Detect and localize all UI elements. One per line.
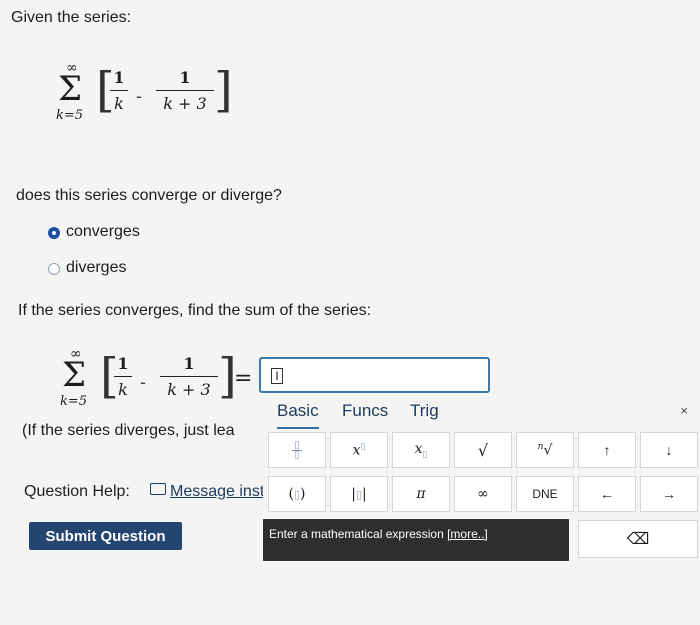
- backspace-icon: ⌫: [626, 531, 650, 548]
- cursor-placeholder: I: [271, 368, 283, 384]
- fraction-1-over-k: 1 k: [114, 354, 132, 399]
- palette-help-bar: Enter a mathematical expression [more..]: [263, 519, 569, 561]
- message-instructor-link[interactable]: Message inst: [150, 483, 264, 501]
- tab-funcs[interactable]: Funcs: [342, 401, 388, 427]
- sigma-symbol: Σ: [62, 355, 87, 395]
- sqrt-key[interactable]: √: [454, 432, 512, 468]
- sum-lower-limit: k=5: [56, 108, 84, 123]
- envelope-icon: [150, 483, 166, 495]
- sum-lower-limit: k=5: [60, 394, 88, 409]
- arrow-right-icon: →: [662, 486, 676, 502]
- fraction-1-over-k-plus-3: 1 k + 3: [156, 68, 214, 113]
- equals-sign: =: [234, 366, 253, 391]
- arrow-left-icon: ←: [600, 486, 614, 502]
- math-palette: Basic Funcs Trig × ▯ ▯ x▯ x▯ √ n√ ↑ ↓ (▯)…: [263, 394, 700, 569]
- nth-root-key[interactable]: n√: [516, 432, 574, 468]
- answer-input[interactable]: I: [259, 357, 490, 393]
- backspace-key[interactable]: ⌫: [578, 520, 698, 558]
- tab-trig[interactable]: Trig: [410, 401, 439, 427]
- arrow-up-key[interactable]: ↑: [578, 432, 636, 468]
- question-help-label: Question Help:: [24, 483, 130, 500]
- fraction-1-over-k: 1 k: [110, 68, 128, 113]
- sum-prompt: If the series converges, find the sum of…: [18, 302, 372, 319]
- pi-key[interactable]: π: [392, 476, 450, 512]
- more-link[interactable]: [more..]: [447, 527, 488, 541]
- arrow-left-key[interactable]: ←: [578, 476, 636, 512]
- arrow-down-key[interactable]: ↓: [640, 432, 698, 468]
- absolute-value-key[interactable]: |▯|: [330, 476, 388, 512]
- converge-prompt: does this series converge or diverge?: [16, 187, 282, 204]
- arrow-down-icon: ↓: [665, 442, 673, 458]
- option-converges-label[interactable]: converges: [66, 223, 140, 241]
- dne-key[interactable]: DNE: [516, 476, 574, 512]
- diverge-note: (If the series diverges, just lea: [22, 422, 235, 439]
- parentheses-key[interactable]: (▯): [268, 476, 326, 512]
- radio-converges[interactable]: [48, 227, 60, 239]
- subscript-key[interactable]: x▯: [392, 432, 450, 468]
- radio-diverges[interactable]: [48, 263, 60, 275]
- question-intro: Given the series:: [11, 9, 132, 26]
- fraction-key[interactable]: ▯ ▯: [268, 432, 326, 468]
- series-expression: ∞ Σ k=5 [ 1 k - 1 k + 3 ]: [52, 60, 252, 140]
- arrow-up-icon: ↑: [603, 442, 611, 458]
- tab-basic[interactable]: Basic: [277, 401, 319, 429]
- close-icon[interactable]: ×: [680, 403, 688, 418]
- arrow-right-key[interactable]: →: [640, 476, 698, 512]
- help-text: Enter a mathematical expression: [269, 527, 444, 541]
- option-diverges-label[interactable]: diverges: [66, 259, 126, 277]
- exponent-key[interactable]: x▯: [330, 432, 388, 468]
- right-bracket: ]: [214, 62, 233, 118]
- minus-sign: -: [136, 86, 142, 106]
- series-expression-2: ∞ Σ k=5 [ 1 k - 1 k + 3 ] =: [56, 346, 256, 426]
- minus-sign: -: [140, 372, 146, 392]
- fraction-1-over-k-plus-3: 1 k + 3: [160, 354, 218, 399]
- infinity-key[interactable]: ∞: [454, 476, 512, 512]
- submit-question-button[interactable]: Submit Question: [29, 522, 182, 550]
- sigma-symbol: Σ: [58, 69, 83, 109]
